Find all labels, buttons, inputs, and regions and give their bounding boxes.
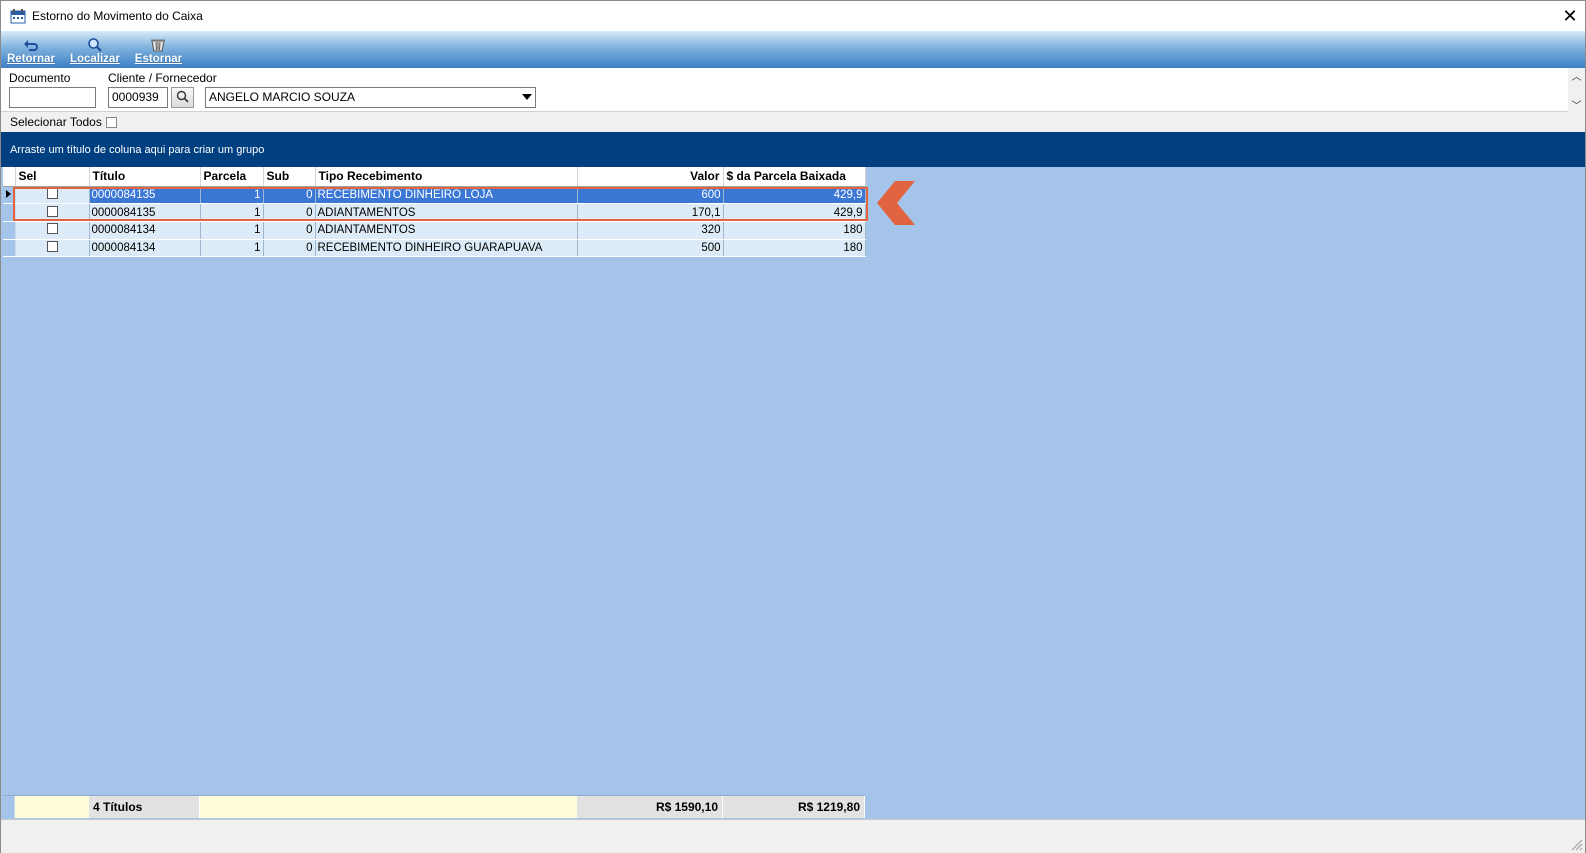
row-checkbox[interactable] — [46, 240, 58, 252]
trash-basket-icon — [150, 37, 166, 53]
column-header-baixada[interactable]: $ da Parcela Baixada — [723, 167, 866, 187]
filter-scrollbar[interactable]: ︿ ﹀ — [1568, 68, 1585, 112]
cell-baixada[interactable]: 180 — [723, 221, 866, 240]
close-icon: ✕ — [1562, 5, 1578, 26]
cell-tipo[interactable]: RECEBIMENTO DINHEIRO LOJA — [315, 186, 578, 205]
row-select-cell[interactable] — [15, 186, 90, 205]
row-indicator — [3, 186, 16, 205]
column-header-titulo[interactable]: Título — [89, 167, 201, 187]
column-header-tipo[interactable]: Tipo Recebimento — [315, 167, 578, 187]
cell-valor[interactable]: 600 — [577, 186, 724, 205]
cell-parcela[interactable]: 1 — [200, 186, 264, 205]
annotation-chevron-icon — [877, 181, 915, 225]
scroll-up-icon[interactable]: ︿ — [1572, 68, 1582, 83]
cell-sub[interactable]: 0 — [263, 239, 316, 258]
cell-sub[interactable]: 0 — [263, 221, 316, 240]
window-title: Estorno do Movimento do Caixa — [32, 9, 203, 23]
column-header-valor[interactable]: Valor — [577, 167, 724, 187]
documento-label: Documento — [9, 71, 71, 85]
cliente-search-button[interactable] — [171, 87, 194, 108]
column-header-sub[interactable]: Sub — [263, 167, 316, 187]
documento-input[interactable] — [9, 87, 96, 108]
cell-parcela[interactable]: 1 — [200, 203, 264, 222]
search-icon — [176, 90, 189, 106]
main-window: Estorno do Movimento do Caixa ✕ Retornar — [0, 0, 1586, 853]
return-arrow-icon — [23, 37, 39, 53]
scroll-down-icon[interactable]: ﹀ — [1572, 97, 1582, 112]
cell-titulo[interactable]: 0000084134 — [89, 221, 201, 240]
grid-footer: 4 Títulos R$ 1590,10 R$ 1219,80 — [3, 795, 865, 818]
group-hint-text: Arraste um título de coluna aqui para cr… — [10, 143, 265, 156]
retornar-button[interactable]: Retornar — [7, 37, 55, 68]
cell-tipo[interactable]: ADIANTAMENTOS — [315, 221, 578, 240]
status-bar — [1, 819, 1585, 853]
cell-titulo[interactable]: 0000084134 — [89, 239, 201, 258]
footer-count: 4 Títulos — [89, 796, 200, 818]
title-bar: Estorno do Movimento do Caixa ✕ — [1, 1, 1585, 31]
table-row[interactable]: 0000084134 1 0 ADIANTAMENTOS 320 180 — [3, 221, 866, 240]
row-pointer-icon — [6, 189, 11, 198]
group-by-panel[interactable]: Arraste um título de coluna aqui para cr… — [1, 132, 1585, 167]
row-checkbox[interactable] — [46, 187, 58, 199]
table-row[interactable]: 0000084135 1 0 ADIANTAMENTOS 170,1 429,9 — [3, 203, 866, 222]
row-checkbox[interactable] — [46, 223, 58, 235]
footer-baixada-total: R$ 1219,80 — [723, 796, 865, 818]
select-all-row: Selecionar Todos — [1, 112, 1585, 132]
cell-baixada[interactable]: 180 — [723, 239, 866, 258]
retornar-label: Retornar — [7, 53, 55, 65]
cliente-name-value: ANGELO MARCIO SOUZA — [209, 90, 356, 104]
table-row[interactable]: 0000084135 1 0 RECEBIMENTO DINHEIRO LOJA… — [3, 186, 866, 205]
estornar-button[interactable]: Estornar — [135, 37, 182, 68]
cell-valor[interactable]: 320 — [577, 221, 724, 240]
cell-titulo[interactable]: 0000084135 — [89, 203, 201, 222]
cliente-label: Cliente / Fornecedor — [108, 71, 217, 85]
row-indicator — [3, 221, 16, 240]
toolbar: Retornar Localizar Estornar — [1, 31, 1585, 68]
cell-sub[interactable]: 0 — [263, 203, 316, 222]
column-header-sel[interactable]: Sel — [15, 167, 90, 187]
localizar-label: Localizar — [69, 53, 120, 65]
cell-tipo[interactable]: ADIANTAMENTOS — [315, 203, 578, 222]
cliente-name-select[interactable]: ANGELO MARCIO SOUZA — [205, 87, 536, 108]
close-button[interactable]: ✕ — [1555, 1, 1585, 31]
header-indicator — [3, 167, 16, 187]
row-select-cell[interactable] — [15, 203, 90, 222]
row-select-cell[interactable] — [15, 239, 90, 258]
cell-tipo[interactable]: RECEBIMENTO DINHEIRO GUARAPUAVA — [315, 239, 578, 258]
cliente-code-input[interactable]: 0000939 — [108, 87, 168, 108]
row-indicator — [3, 239, 16, 258]
data-grid: Sel Título Parcela Sub Tipo Recebimento … — [3, 167, 866, 258]
row-checkbox[interactable] — [46, 205, 58, 217]
filter-panel: Documento Cliente / Fornecedor 0000939 A… — [1, 68, 1585, 112]
table-row[interactable]: 0000084134 1 0 RECEBIMENTO DINHEIRO GUAR… — [3, 239, 866, 258]
select-all-checkbox[interactable] — [105, 116, 117, 128]
chevron-down-icon[interactable] — [522, 94, 532, 100]
footer-indicator — [3, 796, 15, 818]
footer-sel-cell — [15, 796, 89, 818]
cell-valor[interactable]: 170,1 — [577, 203, 724, 222]
cell-baixada[interactable]: 429,9 — [723, 203, 866, 222]
calendar-app-icon — [10, 8, 26, 24]
row-indicator — [3, 203, 16, 222]
cell-valor[interactable]: 500 — [577, 239, 724, 258]
cell-parcela[interactable]: 1 — [200, 221, 264, 240]
cell-baixada[interactable]: 429,9 — [723, 186, 866, 205]
magnifier-icon — [87, 37, 103, 53]
grid-header-row: Sel Título Parcela Sub Tipo Recebimento … — [3, 167, 866, 187]
grid-area: Sel Título Parcela Sub Tipo Recebimento … — [1, 167, 1585, 819]
localizar-button[interactable]: Localizar — [70, 37, 120, 68]
footer-valor-total: R$ 1590,10 — [577, 796, 723, 818]
column-header-parcela[interactable]: Parcela — [200, 167, 264, 187]
cell-parcela[interactable]: 1 — [200, 239, 264, 258]
cell-sub[interactable]: 0 — [263, 186, 316, 205]
footer-empty-cell — [200, 796, 577, 818]
row-select-cell[interactable] — [15, 221, 90, 240]
resize-grip-icon[interactable] — [1569, 837, 1583, 851]
select-all-label: Selecionar Todos — [10, 115, 102, 129]
estornar-label: Estornar — [134, 53, 183, 65]
cell-titulo[interactable]: 0000084135 — [89, 186, 201, 205]
